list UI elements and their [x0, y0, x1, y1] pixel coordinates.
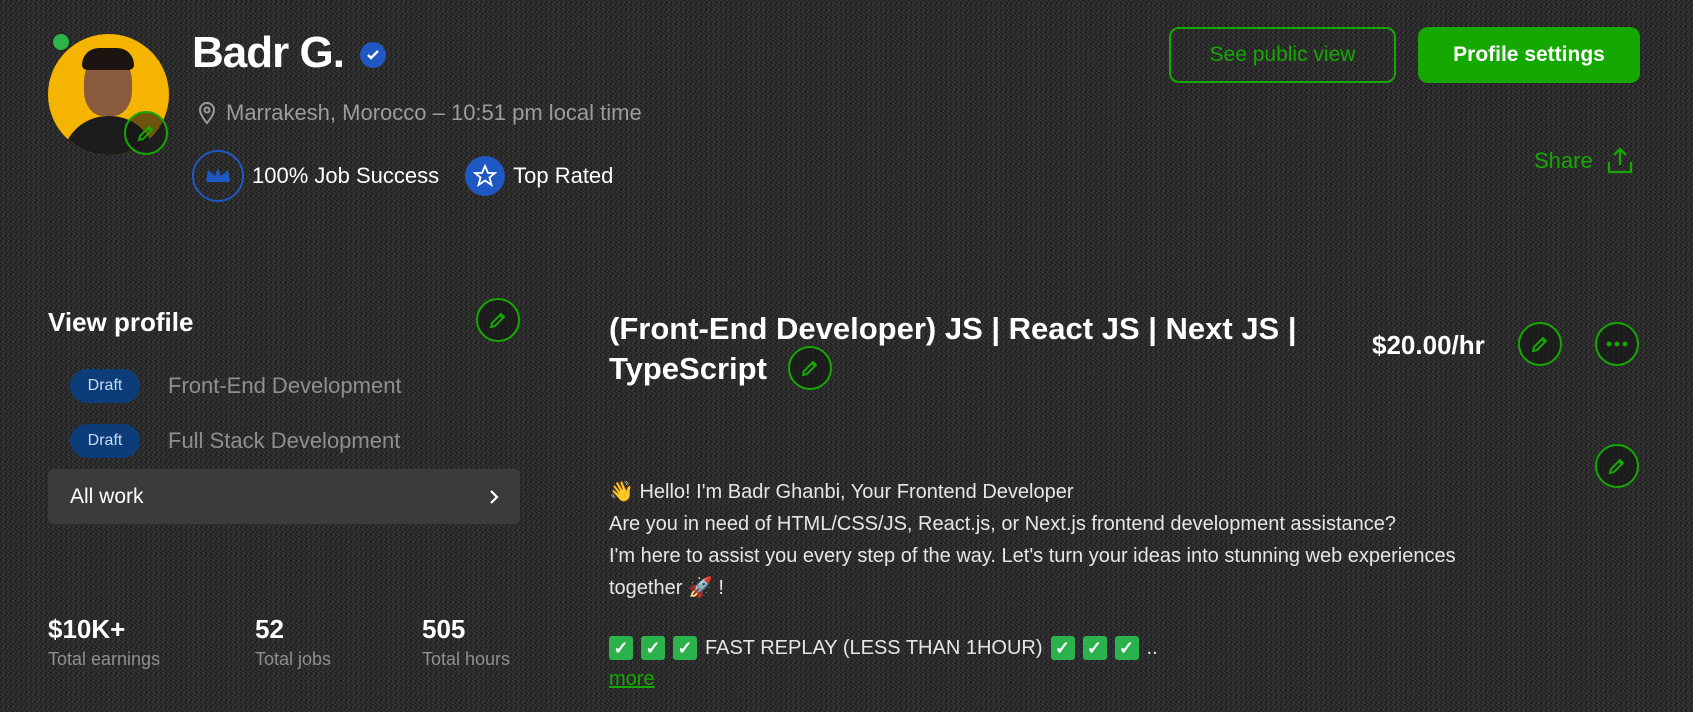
overview-text: 👋 Hello! I'm Badr Ghanbi, Your Frontend … — [609, 476, 1569, 604]
draft-badge: Draft — [70, 424, 140, 458]
specialized-profile-front-end[interactable]: Draft Front-End Development — [70, 369, 402, 403]
more-link[interactable]: more — [609, 668, 655, 691]
star-icon — [465, 156, 506, 196]
stat-label: Total earnings — [48, 649, 161, 669]
check-icon: ✓ — [609, 636, 633, 660]
draft-badge: Draft — [70, 369, 140, 403]
edit-photo-button[interactable] — [124, 111, 168, 155]
share-label: Share — [1534, 148, 1593, 173]
stat-total-hours: 505 Total hours — [422, 614, 510, 670]
stat-label: Total hours — [422, 649, 511, 669]
verified-icon — [360, 42, 386, 68]
chevron-right-icon — [490, 489, 499, 504]
pencil-icon — [137, 125, 154, 142]
crown-icon — [192, 150, 244, 202]
edit-rate-button[interactable] — [1518, 322, 1562, 366]
location: Marrakesh, Morocco – 10:51 pm local time — [196, 100, 642, 126]
dots-icon — [1606, 341, 1628, 347]
check-icon: ✓ — [1050, 636, 1075, 660]
stat-value: $10K+ — [48, 614, 126, 644]
online-status-dot — [51, 32, 71, 52]
share-icon — [1607, 147, 1632, 174]
stat-total-jobs: 52 Total jobs — [255, 614, 331, 670]
check-icon: ✓ — [673, 636, 697, 660]
fast-reply-line: ✓ ✓ ✓ FAST REPLAY (LESS THAN 1HOUR) ✓ ✓ … — [609, 636, 1158, 660]
badge-row: 100% Job Success Top Rated — [192, 150, 613, 202]
check-icon: ✓ — [1114, 636, 1139, 660]
view-profile-heading: View profile — [48, 307, 194, 337]
location-text: Marrakesh, Morocco – 10:51 pm local time — [226, 100, 642, 125]
specialized-profile-full-stack[interactable]: Draft Full Stack Development — [70, 424, 400, 458]
edit-overview-button[interactable] — [1595, 444, 1639, 488]
profile-name: Badr G. — [192, 28, 345, 77]
check-icon: ✓ — [1082, 636, 1107, 660]
share-button[interactable]: Share — [1534, 146, 1635, 176]
ellipsis-text: .. — [1146, 636, 1158, 659]
map-pin-icon — [198, 102, 216, 125]
overview-line: 👋 Hello! I'm Badr Ghanbi, Your Frontend … — [609, 481, 1074, 503]
overview-line: together 🚀 ! — [609, 577, 724, 599]
specialized-profile-label: Front-End Development — [168, 373, 402, 398]
stat-label: Total jobs — [255, 649, 332, 669]
job-success-label: 100% Job Success — [252, 163, 440, 188]
top-rated-badge: Top Rated — [465, 156, 613, 196]
stat-value: 52 — [255, 614, 284, 644]
profile-settings-button[interactable]: Profile settings — [1418, 27, 1640, 83]
pencil-icon — [1531, 336, 1548, 353]
profile-title: (Front-End Developer) JS | React JS | Ne… — [609, 311, 1297, 386]
pencil-icon — [489, 312, 506, 329]
job-success-badge: 100% Job Success — [192, 150, 439, 202]
overview-line: Are you in need of HTML/CSS/JS, React.js… — [609, 513, 1397, 535]
all-work-label: All work — [70, 484, 144, 508]
edit-title-button[interactable] — [788, 346, 832, 390]
fast-reply-text: FAST REPLAY (LESS THAN 1HOUR) — [705, 636, 1043, 659]
check-icon: ✓ — [641, 636, 665, 660]
pencil-icon — [801, 360, 818, 377]
all-work-item[interactable]: All work — [48, 469, 520, 524]
more-options-button[interactable] — [1595, 322, 1639, 366]
hourly-rate: $20.00/hr — [1372, 330, 1485, 360]
specialized-profile-label: Full Stack Development — [168, 428, 401, 453]
stat-total-earnings: $10K+ Total earnings — [48, 614, 160, 670]
edit-view-profile-button[interactable] — [476, 298, 520, 342]
pencil-icon — [1608, 458, 1625, 475]
see-public-view-button[interactable]: See public view — [1169, 27, 1396, 83]
overview-line: I'm here to assist you every step of the… — [609, 545, 1456, 567]
top-rated-label: Top Rated — [513, 163, 614, 188]
stat-value: 505 — [422, 614, 466, 644]
